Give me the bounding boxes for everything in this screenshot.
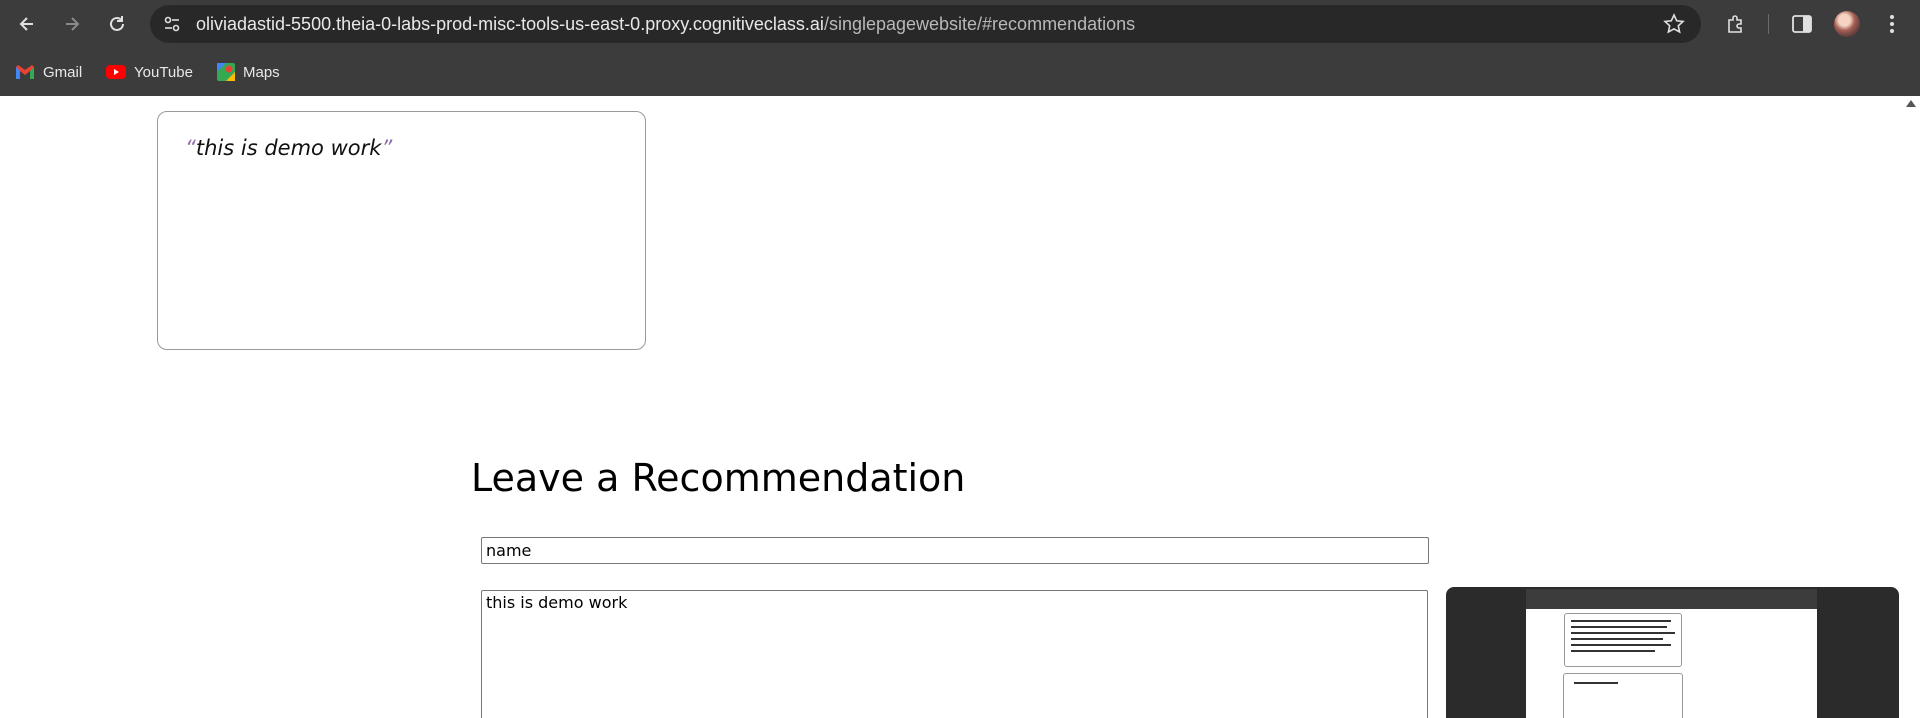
reload-icon	[110, 16, 124, 31]
recommendation-card: “this is demo work”	[157, 111, 646, 350]
bookmark-label: YouTube	[134, 63, 193, 81]
scroll-up-arrow[interactable]	[1906, 100, 1916, 107]
browser-toolbar: oliviadastid-5500.theia-0-labs-prod-misc…	[0, 0, 1920, 48]
url-path: /singlepagewebsite/#recommendations	[823, 14, 1136, 34]
back-button[interactable]	[13, 10, 41, 38]
recommendation-text: “this is demo work”	[185, 136, 392, 160]
toolbar-divider	[1768, 14, 1769, 34]
reload-button[interactable]	[103, 10, 131, 38]
bookmark-maps[interactable]: Maps	[217, 60, 280, 84]
avatar[interactable]	[1834, 11, 1860, 37]
pip-browser-chrome	[1526, 589, 1817, 609]
close-quote: ”	[381, 136, 393, 160]
youtube-icon	[106, 65, 126, 79]
picture-in-picture-window[interactable]	[1446, 587, 1899, 718]
bookmark-youtube[interactable]: YouTube	[106, 60, 193, 84]
pip-preview	[1526, 589, 1817, 718]
url-text[interactable]: oliviadastid-5500.theia-0-labs-prod-misc…	[196, 14, 1135, 35]
extensions-icon[interactable]	[1724, 12, 1748, 36]
address-bar[interactable]: oliviadastid-5500.theia-0-labs-prod-misc…	[150, 5, 1701, 43]
site-info-icon[interactable]	[162, 14, 182, 34]
pip-card-bottom	[1563, 673, 1683, 718]
bookmark-label: Gmail	[43, 63, 83, 81]
message-textarea[interactable]: this is demo work	[481, 590, 1428, 718]
side-panel-icon[interactable]	[1790, 12, 1814, 36]
forward-icon	[66, 17, 80, 31]
url-host: oliviadastid-5500.theia-0-labs-prod-misc…	[196, 14, 824, 34]
form-heading: Leave a Recommendation	[471, 456, 966, 500]
open-quote: “	[185, 136, 196, 160]
maps-icon	[217, 63, 235, 81]
name-input[interactable]	[481, 537, 1429, 564]
recommendation-body: this is demo work	[195, 136, 382, 160]
gmail-icon	[16, 65, 34, 79]
pip-card-top	[1564, 613, 1682, 667]
forward-button[interactable]	[58, 10, 86, 38]
bookmarks-bar: Gmail YouTube Maps	[0, 48, 1920, 96]
menu-icon[interactable]	[1880, 12, 1904, 36]
back-icon	[19, 17, 33, 31]
bookmark-gmail[interactable]: Gmail	[15, 60, 82, 84]
bookmark-label: Maps	[243, 63, 280, 81]
star-icon[interactable]	[1663, 13, 1685, 35]
